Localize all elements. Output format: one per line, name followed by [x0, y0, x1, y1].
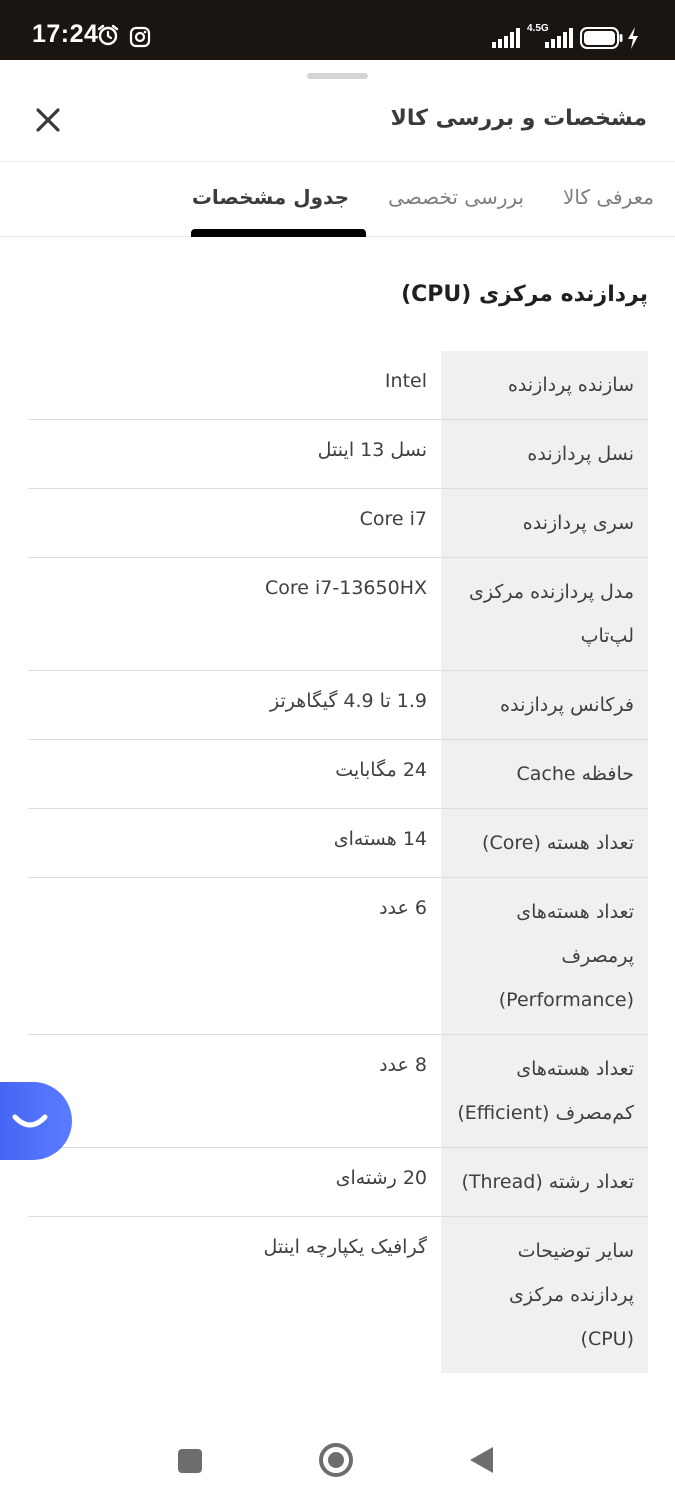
spec-key: تعداد هسته‌های پرمصرف (Performance) — [441, 878, 648, 1034]
spec-key: فرکانس پردازنده — [441, 671, 648, 739]
spec-key: تعداد هسته (Core) — [441, 809, 648, 877]
home-icon[interactable] — [318, 1442, 354, 1482]
back-icon[interactable] — [467, 1445, 495, 1479]
spec-value: 1.9 تا 4.9 گیگاهرتز — [270, 690, 427, 712]
table-row: تعداد هسته‌های پرمصرف (Performance) 6 عد… — [28, 878, 648, 1035]
table-row: تعداد هسته (Core) 14 هسته‌ای — [28, 809, 648, 878]
tab-specifications[interactable]: جدول مشخصات — [192, 185, 349, 209]
spec-value: Core i7 — [359, 508, 427, 530]
spec-value: Intel — [384, 370, 427, 392]
status-bar: 17:24 4.5G — [0, 0, 675, 60]
table-row: حافظه Cache 24 مگابایت — [28, 740, 648, 809]
table-row: سایر توضیحات پردازنده مرکزی (CPU) گرافیک… — [28, 1217, 648, 1373]
spec-value: 24 مگابایت — [335, 759, 427, 781]
spec-value: گرافیک یکپارچه اینتل — [263, 1236, 427, 1258]
sheet-header: مشخصات و بررسی کالا — [0, 82, 675, 162]
section-title: پردازنده مرکزی (CPU) — [401, 282, 648, 307]
spec-value: 20 رشته‌ای — [335, 1167, 427, 1189]
tab-bar: معرفی کالا بررسی تخصصی جدول مشخصات — [0, 163, 675, 237]
system-nav-bar — [0, 1420, 675, 1500]
table-row: نسل پردازنده نسل 13 اینتل — [28, 420, 648, 489]
table-row: تعداد هسته‌های کم‌مصرف (Efficient) 8 عدد — [28, 1035, 648, 1148]
table-row: مدل پردازنده مرکزی لپ‌تاپ Core i7-13650H… — [28, 558, 648, 671]
spec-value: 14 هسته‌ای — [333, 828, 427, 850]
table-row: سازنده پردازنده Intel — [28, 351, 648, 420]
sheet-drag-handle[interactable] — [307, 73, 368, 79]
table-row: فرکانس پردازنده 1.9 تا 4.9 گیگاهرتز — [28, 671, 648, 740]
charging-icon — [627, 27, 639, 53]
table-row: تعداد رشته (Thread) 20 رشته‌ای — [28, 1148, 648, 1217]
spec-value: 6 عدد — [379, 897, 427, 919]
recent-apps-icon[interactable] — [177, 1448, 203, 1478]
spec-key: نسل پردازنده — [441, 420, 648, 488]
status-time: 17:24 — [32, 20, 99, 48]
spec-value: 8 عدد — [379, 1054, 427, 1076]
battery-icon — [580, 27, 624, 53]
spec-key: حافظه Cache — [441, 740, 648, 808]
signal-icon-2 — [545, 28, 573, 52]
spec-value: نسل 13 اینتل — [317, 439, 427, 461]
spec-key: تعداد رشته (Thread) — [441, 1148, 648, 1216]
close-icon — [36, 108, 60, 132]
spec-key: سایر توضیحات پردازنده مرکزی (CPU) — [441, 1217, 648, 1373]
spec-key: سازنده پردازنده — [441, 351, 648, 419]
spec-key: سری پردازنده — [441, 489, 648, 557]
active-tab-indicator — [191, 229, 366, 237]
specs-table: سازنده پردازنده Intel نسل پردازنده نسل 1… — [28, 351, 648, 1373]
chat-smile-icon — [12, 1114, 48, 1128]
close-button[interactable] — [30, 102, 66, 138]
spec-key: تعداد هسته‌های کم‌مصرف (Efficient) — [441, 1035, 648, 1147]
spec-key: مدل پردازنده مرکزی لپ‌تاپ — [441, 558, 648, 670]
signal-icon — [492, 28, 522, 52]
alarm-icon — [96, 23, 120, 51]
instagram-icon — [129, 26, 151, 52]
tab-product-intro[interactable]: معرفی کالا — [563, 185, 654, 209]
page-title: مشخصات و بررسی کالا — [390, 106, 647, 131]
spec-value: Core i7-13650HX — [265, 577, 427, 599]
table-row: سری پردازنده Core i7 — [28, 489, 648, 558]
tab-expert-review[interactable]: بررسی تخصصی — [388, 185, 524, 209]
